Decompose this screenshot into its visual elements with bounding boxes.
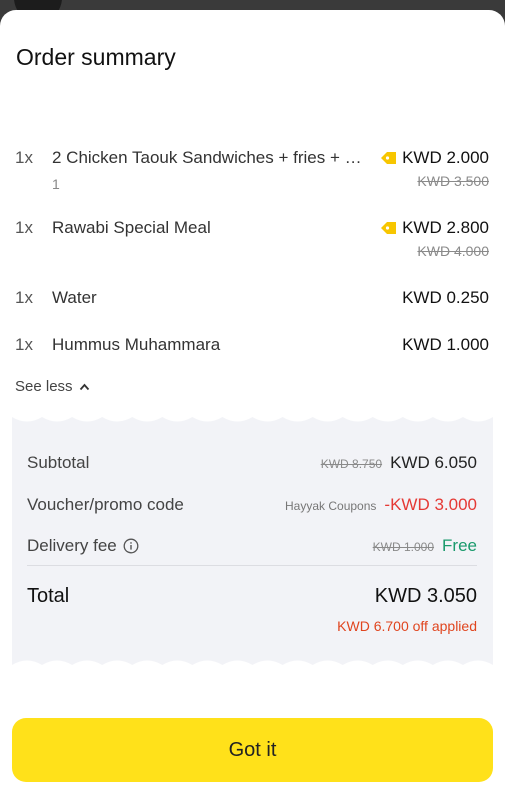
delivery-fee-row: Delivery fee KWD 1.000 Free bbox=[27, 536, 477, 562]
discount-tag-icon bbox=[381, 222, 397, 234]
item-name: Rawabi Special Meal bbox=[52, 218, 211, 237]
item-name: Hummus Muhammara bbox=[52, 335, 221, 354]
item-quantity: 1x bbox=[15, 335, 33, 354]
item-name: 2 Chicken Taouk Sandwiches + fries + dri… bbox=[52, 148, 364, 167]
item-price: KWD 1.000 bbox=[402, 335, 489, 354]
subtotal-value: KWD 6.050 bbox=[390, 453, 477, 472]
item-price: KWD 0.250 bbox=[402, 288, 489, 307]
voucher-name: Hayyak Coupons bbox=[285, 499, 377, 513]
item-note: 1 bbox=[52, 176, 60, 192]
order-summary-sheet: Order summary 1x 2 Chicken Taouk Sandwic… bbox=[0, 10, 505, 800]
item-name: Water bbox=[52, 288, 97, 307]
item-original-price: KWD 4.000 bbox=[417, 243, 489, 259]
item-price: KWD 2.000 bbox=[380, 148, 489, 168]
delivery-fee-label-group: Delivery fee bbox=[27, 536, 139, 556]
item-quantity: 1x bbox=[15, 218, 33, 237]
subtotal-values: KWD 8.750 KWD 6.050 bbox=[321, 453, 477, 473]
item-price: KWD 2.800 bbox=[380, 218, 489, 238]
got-it-button[interactable]: Got it bbox=[12, 718, 493, 782]
see-less-label: See less bbox=[15, 378, 73, 395]
item-price-value: KWD 2.800 bbox=[402, 218, 489, 237]
order-item: 1x 2 Chicken Taouk Sandwiches + fries + … bbox=[0, 144, 505, 214]
sheet-title: Order summary bbox=[16, 44, 176, 70]
item-quantity: 1x bbox=[15, 288, 33, 307]
subtotal-original: KWD 8.750 bbox=[320, 457, 383, 471]
order-items-list: 1x 2 Chicken Taouk Sandwiches + fries + … bbox=[0, 144, 505, 371]
divider bbox=[27, 565, 477, 566]
item-price-value: KWD 2.000 bbox=[402, 148, 489, 167]
subtotal-label: Subtotal bbox=[27, 453, 90, 472]
delivery-fee-original: KWD 1.000 bbox=[372, 540, 435, 554]
order-item: 1x Rawabi Special Meal KWD 2.800 KWD 4.0… bbox=[0, 214, 505, 284]
chevron-up-icon bbox=[79, 383, 89, 390]
delivery-fee-value: Free bbox=[442, 536, 477, 555]
voucher-row: Voucher/promo code Hayyak Coupons -KWD 3… bbox=[27, 495, 477, 521]
savings-text: KWD 6.700 off applied bbox=[337, 618, 477, 634]
voucher-value: -KWD 3.000 bbox=[384, 495, 477, 514]
subtotal-row: Subtotal KWD 8.750 KWD 6.050 bbox=[27, 453, 477, 479]
price-breakdown-card: Subtotal KWD 8.750 KWD 6.050 Voucher/pro… bbox=[12, 413, 493, 669]
delivery-fee-label: Delivery fee bbox=[27, 536, 117, 555]
item-original-price: KWD 3.500 bbox=[417, 173, 489, 189]
see-less-toggle[interactable]: See less bbox=[15, 378, 90, 395]
total-label: Total bbox=[27, 585, 70, 607]
item-quantity: 1x bbox=[15, 148, 33, 167]
delivery-fee-values: KWD 1.000 Free bbox=[373, 536, 477, 556]
voucher-values: Hayyak Coupons -KWD 3.000 bbox=[285, 495, 477, 515]
discount-tag-icon bbox=[381, 152, 397, 164]
voucher-label: Voucher/promo code bbox=[27, 495, 184, 514]
order-item: 1x Water KWD 0.250 bbox=[0, 284, 505, 331]
scalloped-edge-top bbox=[12, 413, 493, 422]
info-icon[interactable] bbox=[123, 538, 139, 554]
scalloped-edge-bottom bbox=[12, 660, 493, 669]
order-item: 1x Hummus Muhammara KWD 1.000 bbox=[0, 331, 505, 371]
total-value: KWD 3.050 bbox=[374, 585, 477, 607]
